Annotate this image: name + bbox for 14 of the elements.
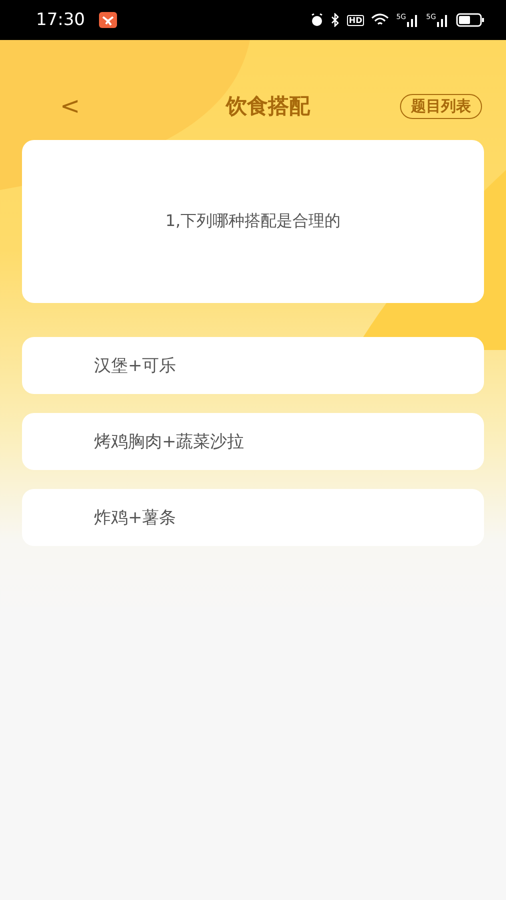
alarm-icon <box>310 13 324 27</box>
answer-option[interactable]: 炸鸡+薯条 <box>22 489 484 546</box>
answer-option[interactable]: 烤鸡胸肉+蔬菜沙拉 <box>22 413 484 470</box>
hd-badge: HD <box>346 14 364 26</box>
app-notification-icon <box>99 12 117 28</box>
page-title: 饮食搭配 <box>226 93 310 120</box>
answer-option[interactable]: 汉堡+可乐 <box>22 337 484 394</box>
battery-icon <box>456 13 484 27</box>
question-text: 1,下列哪种搭配是合理的 <box>165 211 341 232</box>
bluetooth-icon <box>330 13 340 27</box>
signal-icon <box>437 14 449 26</box>
wifi-icon <box>371 13 390 27</box>
status-time: 17:30 <box>36 10 85 30</box>
signal-icon <box>407 14 420 26</box>
